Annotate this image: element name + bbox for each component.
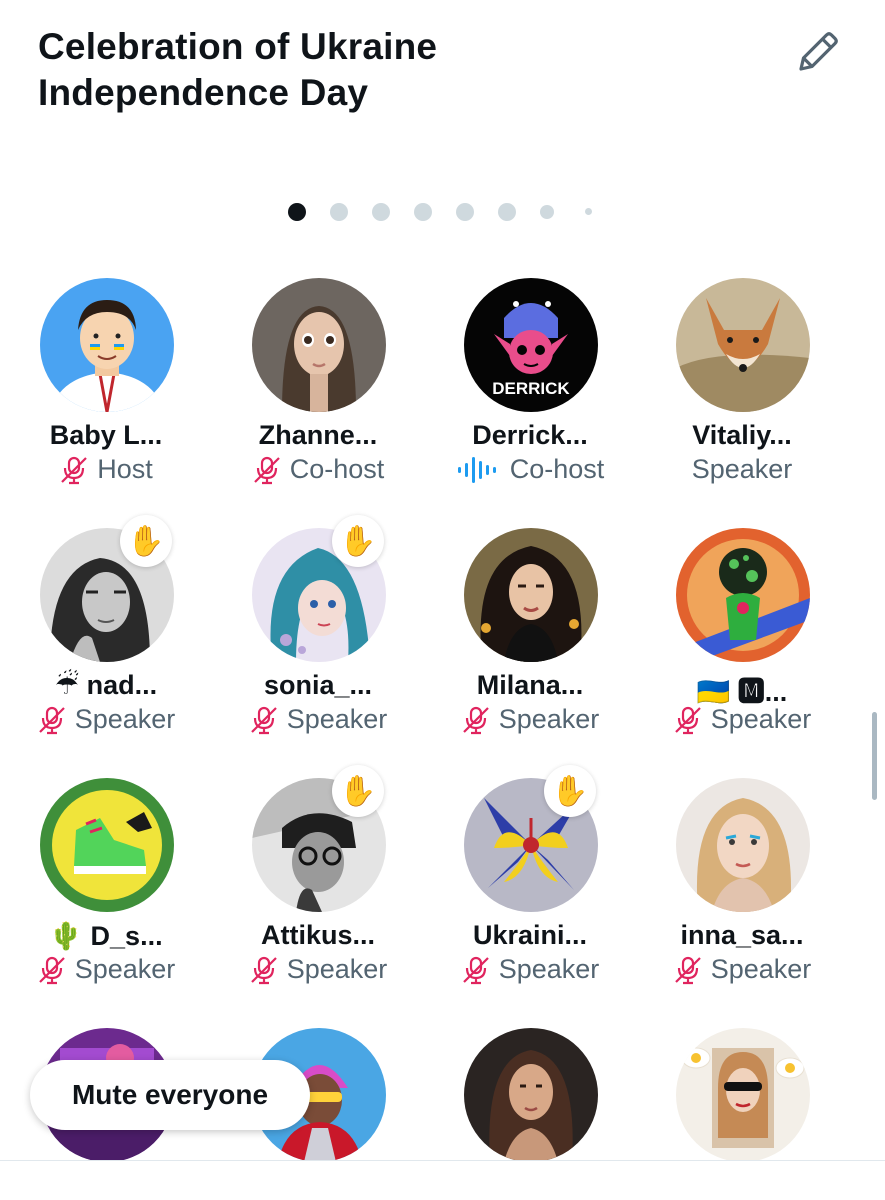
participant-tile[interactable] xyxy=(424,1028,636,1160)
participant-name: Milana... xyxy=(476,670,584,700)
divider xyxy=(0,1160,885,1161)
participant-name: ☔ nad... xyxy=(54,670,158,700)
role-label: Speaker xyxy=(498,704,600,734)
mic-off-icon xyxy=(674,706,701,734)
participant-name: inna_sa... xyxy=(680,920,804,950)
participant-tile[interactable]: ✋ Attikus... Speaker xyxy=(212,765,424,1008)
role-label: Speaker xyxy=(710,954,812,984)
participant-role: Speaker xyxy=(0,704,212,735)
role-label: Speaker xyxy=(691,454,793,484)
participant-name: Vitaliy... xyxy=(692,420,792,450)
role-label: Speaker xyxy=(498,954,600,984)
role-label: Co-host xyxy=(289,454,385,484)
participant-tile[interactable]: Milana... Speaker xyxy=(424,528,636,758)
woman-curly-hair-avatar xyxy=(464,528,598,662)
participant-tile[interactable]: Baby L... Host xyxy=(0,278,212,508)
derrick-logo-avatar: DERRICK xyxy=(464,278,598,412)
role-label: Speaker xyxy=(710,704,812,734)
blonde-woman-avatar xyxy=(676,778,810,912)
role-label: Speaker xyxy=(286,704,388,734)
participant-name: Attikus... xyxy=(260,920,375,950)
raised-hand-icon: ✋ xyxy=(551,774,589,808)
raised-hand-badge: ✋ xyxy=(332,515,384,567)
mic-off-icon xyxy=(250,956,277,984)
woman-portrait-avatar xyxy=(252,278,386,412)
participants-grid: Baby L... Host Zhanne... Co-host DERRICK… xyxy=(0,0,885,1200)
participant-tile[interactable]: Vitaliy... Speaker xyxy=(636,278,848,508)
participant-role: Speaker xyxy=(424,954,636,985)
participant-tile[interactable]: ✋ Ukraini... Speaker xyxy=(424,765,636,1008)
mute-everyone-button[interactable]: Mute everyone xyxy=(30,1060,310,1130)
fox-avatar xyxy=(676,278,810,412)
participant-role: Co-host xyxy=(424,454,636,485)
role-label: Speaker xyxy=(286,954,388,984)
participant-name: sonia_... xyxy=(263,670,373,700)
role-label: Speaker xyxy=(74,704,176,734)
3d-art-avatar xyxy=(676,528,810,662)
role-label: Speaker xyxy=(74,954,176,984)
svg-text:DERRICK: DERRICK xyxy=(492,379,570,398)
role-label: Co-host xyxy=(509,454,605,484)
woman-dark-hair-avatar xyxy=(464,1028,598,1160)
participant-tile[interactable]: ✋ ☔ nad... Speaker xyxy=(0,515,212,758)
participant-tile[interactable]: 🇺🇦 🅼... Speaker xyxy=(636,528,848,758)
participant-tile[interactable]: inna_sa... Speaker xyxy=(636,778,848,1008)
mic-off-icon xyxy=(38,956,65,984)
participant-role: Speaker xyxy=(636,454,848,485)
mic-off-icon xyxy=(61,456,88,484)
mic-off-icon xyxy=(462,956,489,984)
participant-role: Speaker xyxy=(212,954,424,985)
mic-off-icon xyxy=(250,706,277,734)
role-label: Host xyxy=(97,454,153,484)
speaking-waveform-icon xyxy=(457,456,496,483)
participant-role: Speaker xyxy=(636,704,848,735)
mic-off-icon xyxy=(674,956,701,984)
participant-name: Derrick... xyxy=(472,420,588,450)
participant-name: Baby L... xyxy=(49,420,163,450)
participant-role: Speaker xyxy=(0,954,212,985)
raised-hand-icon: ✋ xyxy=(339,524,377,558)
raised-hand-icon: ✋ xyxy=(339,774,377,808)
sunglasses-woman-avatar xyxy=(676,1028,810,1160)
participant-tile[interactable]: Zhanne... Co-host xyxy=(212,278,424,508)
participant-tile[interactable]: ✋ sonia_... Speaker xyxy=(212,515,424,758)
mic-off-icon xyxy=(253,456,280,484)
participant-name: Ukraini... xyxy=(472,920,588,950)
participant-role: Speaker xyxy=(212,704,424,735)
mic-off-icon xyxy=(38,706,65,734)
cartoon-man-avatar xyxy=(40,278,174,412)
participant-tile[interactable] xyxy=(636,1028,848,1160)
participant-tile[interactable]: 🌵 D_s... Speaker xyxy=(0,778,212,1008)
participant-role: Co-host xyxy=(212,454,424,485)
raised-hand-badge: ✋ xyxy=(332,765,384,817)
participant-name: Zhanne... xyxy=(258,420,378,450)
mic-off-icon xyxy=(462,706,489,734)
participant-role: Speaker xyxy=(424,704,636,735)
participant-name: 🌵 D_s... xyxy=(49,921,163,951)
raised-hand-badge: ✋ xyxy=(544,765,596,817)
participant-role: Host xyxy=(0,454,212,485)
participant-role: Speaker xyxy=(636,954,848,985)
scrollbar[interactable] xyxy=(872,712,877,800)
raised-hand-badge: ✋ xyxy=(120,515,172,567)
raised-hand-icon: ✋ xyxy=(127,524,165,558)
sneaker-avatar xyxy=(40,778,174,912)
participant-tile[interactable]: DERRICK Derrick... Co-host xyxy=(424,278,636,508)
